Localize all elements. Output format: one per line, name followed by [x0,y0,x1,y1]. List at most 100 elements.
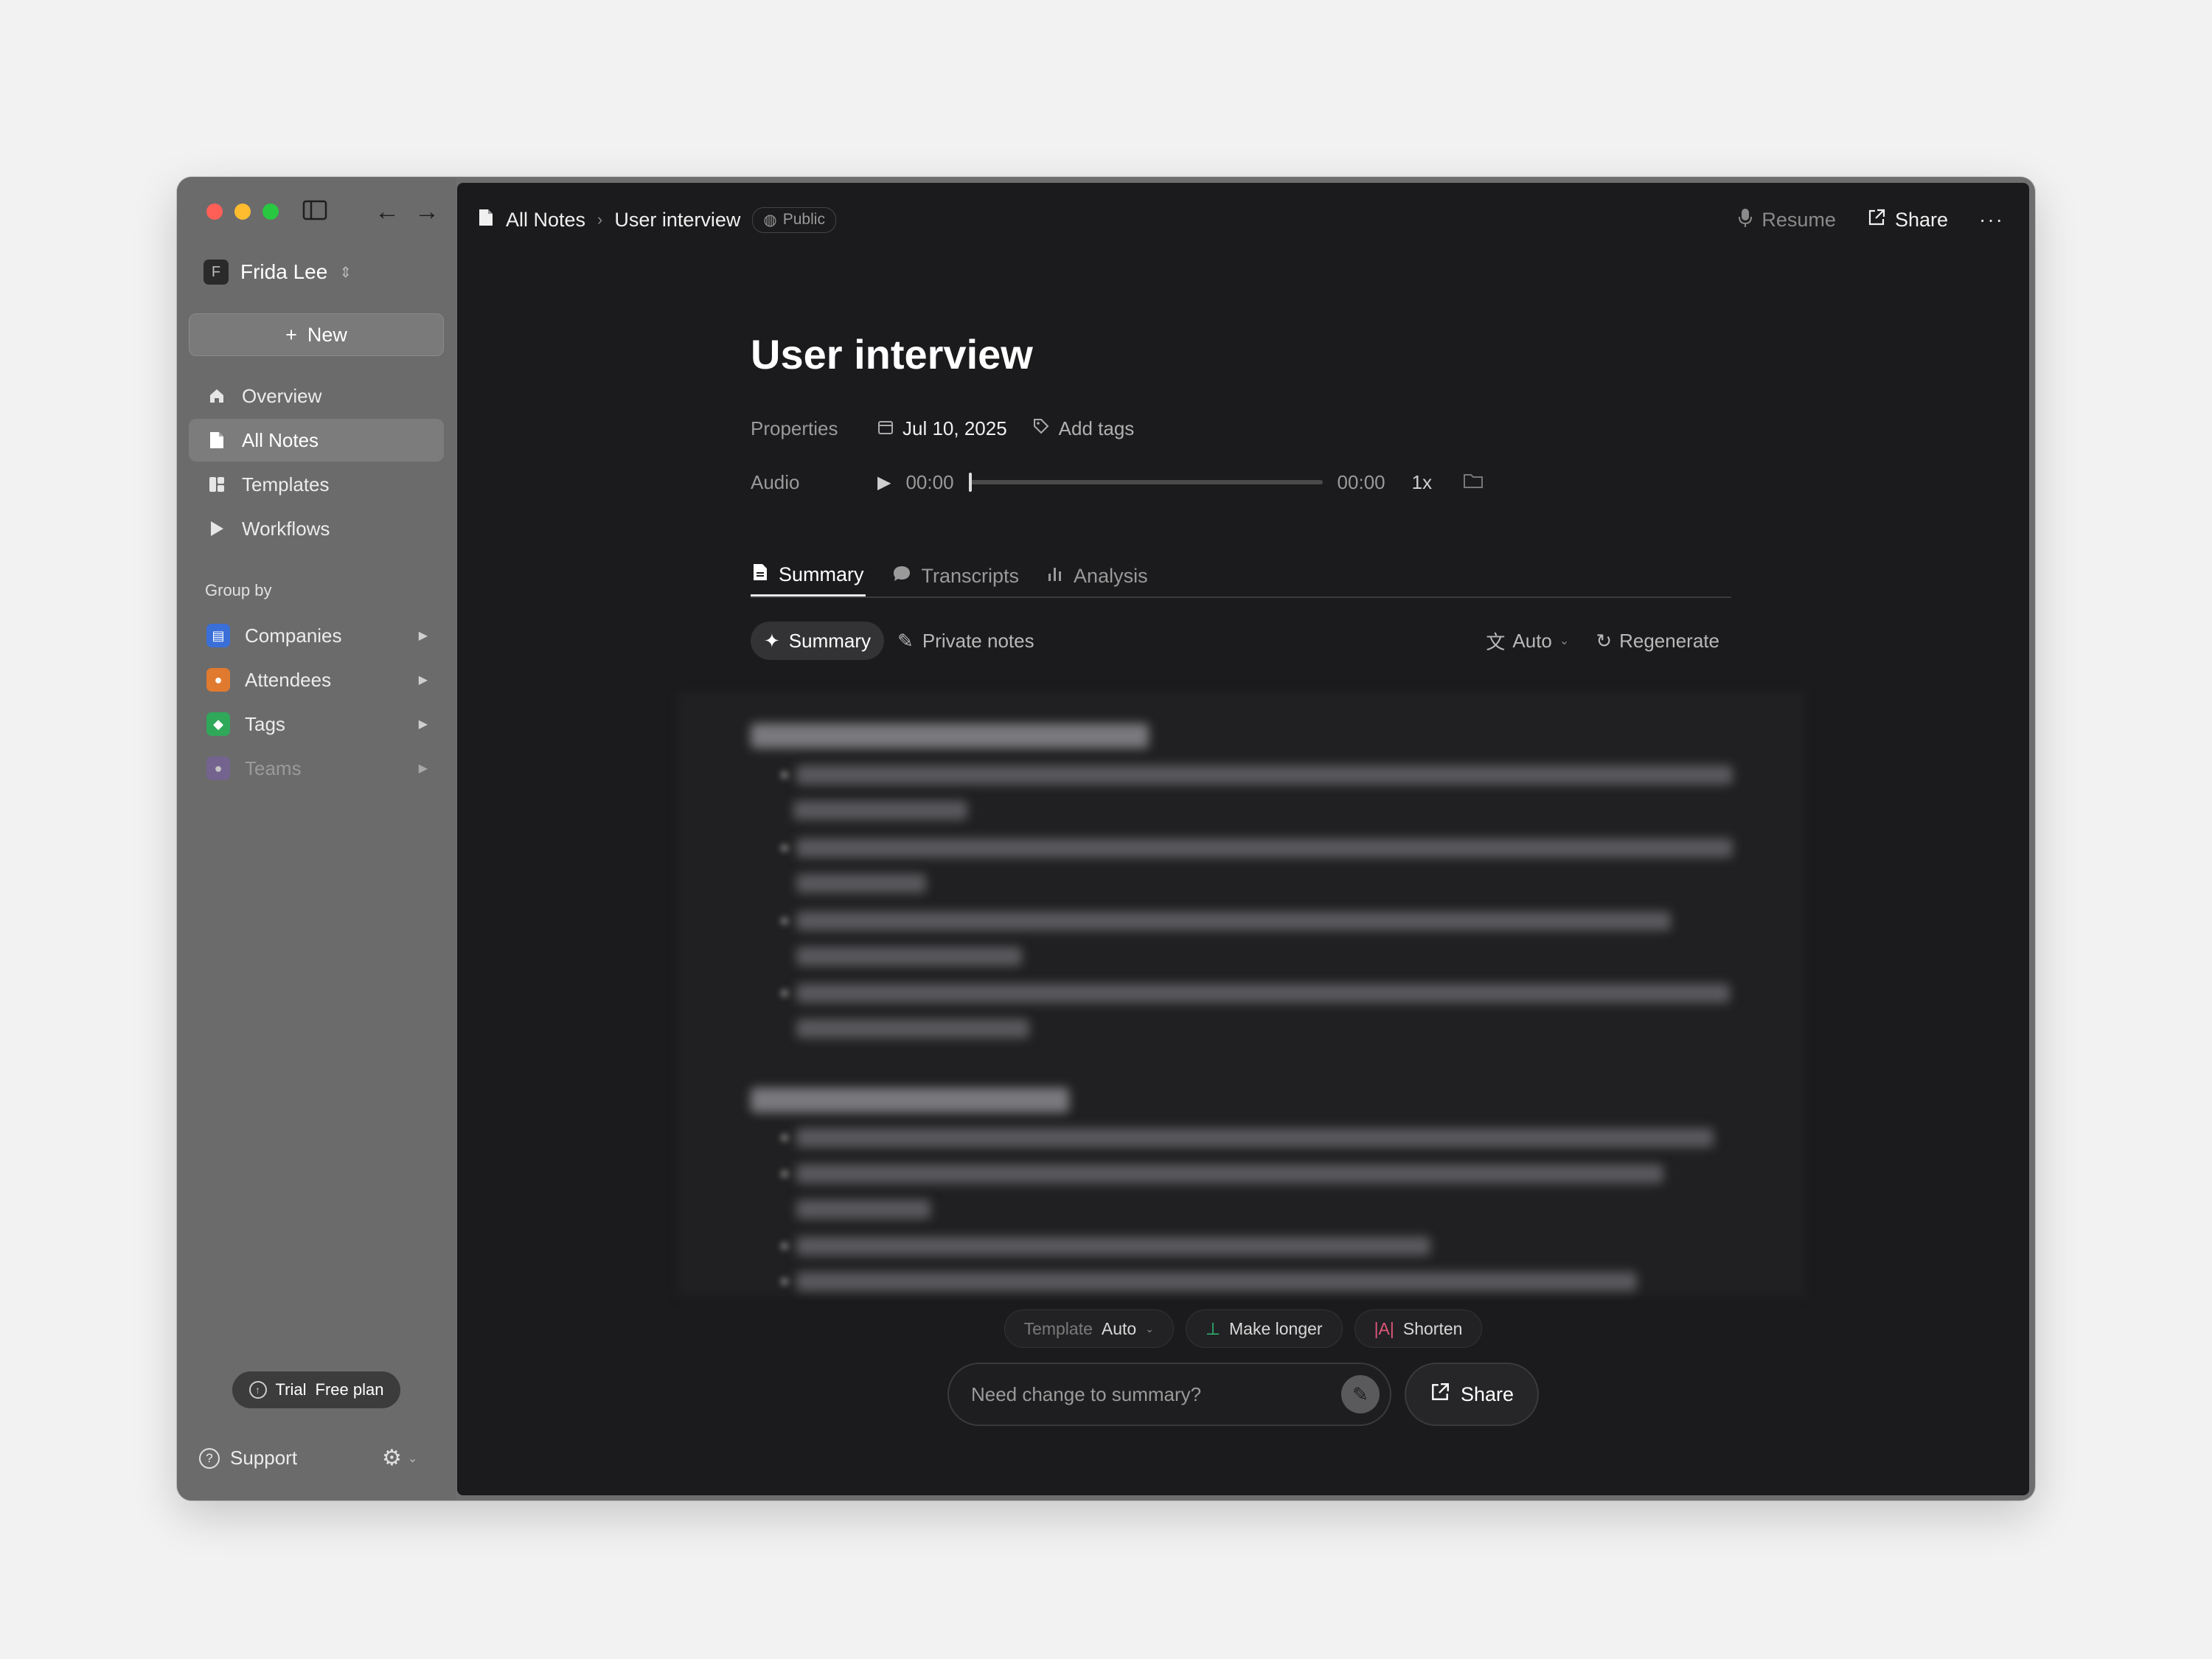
group-item-label: Attendees [245,668,332,691]
blurred-line [796,1272,1637,1291]
tab-label: Summary [779,563,864,585]
blurred-bullet [780,1169,789,1178]
pencil-icon[interactable]: ✎ [1340,1375,1380,1413]
sparkle-icon: ✦ [764,629,780,652]
sidebar-item-workflows[interactable]: Workflows [189,507,444,550]
blurred-line [796,1237,1430,1256]
language-select[interactable]: 文 Auto ⌄ [1486,627,1569,655]
date-value: Jul 10, 2025 [902,417,1007,439]
sidebar-item-all-notes[interactable]: All Notes [189,419,444,462]
subtab-label: Private notes [922,629,1034,652]
group-item-label: Teams [245,757,302,779]
share-button[interactable]: Share [1867,208,1948,232]
note-icon [206,430,227,451]
add-tags-label: Add tags [1058,417,1135,439]
group-item-tags[interactable]: ◆ Tags ▶ [189,702,444,746]
blurred-line [796,911,1671,931]
time-current: 00:00 [905,470,954,493]
plan-label: Free plan [315,1380,384,1399]
template-select[interactable]: Template Auto ⌄ [1004,1310,1174,1348]
audio-scrubber[interactable] [968,473,1323,492]
subtab-label: Summary [788,629,872,652]
visibility-badge[interactable]: ◍ Public [752,206,836,233]
back-arrow-icon[interactable]: ← [375,199,400,224]
caret-right-icon[interactable]: ▶ [419,628,428,643]
workspace-switcher[interactable]: F Frida Lee ⇕ [204,260,352,285]
chevron-updown-icon: ⇕ [339,264,352,281]
share-label: Share [1460,1382,1514,1405]
globe-icon: ◍ [763,211,777,229]
resume-button[interactable]: Resume [1738,207,1836,233]
time-total: 00:00 [1337,470,1385,493]
sidebar-item-templates[interactable]: Templates [189,463,444,506]
tab-analysis[interactable]: Analysis [1046,555,1150,597]
breadcrumb-current[interactable]: User interview [614,209,740,232]
sidebar-item-label: Templates [242,473,330,495]
shrink-icon: |A| [1374,1318,1394,1338]
sidebar-item-label: All Notes [242,428,319,451]
sidebar-item-label: Overview [242,384,322,407]
share-icon [1867,208,1886,232]
new-button-label: New [307,323,347,346]
caret-right-icon[interactable]: ▶ [419,717,428,731]
add-tags-button[interactable]: Add tags [1032,417,1135,440]
blurred-line [796,1019,1029,1038]
plus-icon: + [285,323,297,346]
shorten-button[interactable]: |A| Shorten [1354,1310,1483,1348]
subtab-private-notes[interactable]: ✎ Private notes [884,622,1048,660]
group-list: ▤ Companies ▶ ● Attendees ▶ ◆ Tags ▶ ● T… [189,613,444,790]
blurred-line [796,984,1730,1003]
blurred-heading [751,723,1149,748]
refresh-icon: ↻ [1596,629,1613,652]
close-window-button[interactable] [206,204,223,220]
group-item-companies[interactable]: ▤ Companies ▶ [189,613,444,658]
chevron-down-icon: ⌄ [1145,1322,1154,1335]
subtab-summary[interactable]: ✦ Summary [751,622,885,660]
page-title[interactable]: User interview [751,330,1033,378]
tab-summary[interactable]: Summary [751,555,866,597]
breadcrumb-all-notes[interactable]: All Notes [506,209,585,232]
caret-right-icon[interactable]: ▶ [419,761,428,776]
app-window: ← → F Frida Lee ⇕ + New Overview All Not… [177,177,2035,1500]
playback-speed[interactable]: 1x [1412,471,1432,494]
forward-arrow-icon[interactable]: → [414,199,439,224]
blurred-bullet [780,1242,789,1251]
trial-label: Trial [275,1380,307,1399]
share-icon [1430,1382,1450,1408]
share-summary-button[interactable]: Share [1404,1363,1540,1426]
summary-change-input[interactable]: Need change to summary? ✎ [947,1363,1391,1426]
audio-label: Audio [751,470,800,493]
translate-icon: 文 [1486,630,1506,653]
settings-button[interactable]: ⚙ ⌄ [382,1445,417,1471]
caret-right-icon[interactable]: ▶ [419,672,428,687]
support-link[interactable]: ? Support [199,1447,297,1470]
chevron-down-icon: ⌄ [1559,635,1570,647]
group-item-teams[interactable]: ● Teams ▶ [189,746,444,790]
window-controls [206,204,279,220]
play-icon[interactable]: ▶ [877,472,891,493]
more-options-icon[interactable]: ··· [1979,208,2004,232]
blurred-bullet [780,1133,789,1142]
group-item-attendees[interactable]: ● Attendees ▶ [189,658,444,702]
building-icon: ▤ [206,624,230,647]
date-property[interactable]: Jul 10, 2025 [877,417,1007,440]
scrubber-handle[interactable] [968,473,972,492]
input-placeholder: Need change to summary? [970,1382,1202,1405]
note-icon [478,208,494,232]
make-longer-label: Make longer [1229,1318,1323,1338]
new-note-button[interactable]: + New [189,313,444,356]
trial-badge[interactable]: ↑ Trial Free plan [232,1371,400,1408]
language-value: Auto [1512,629,1552,652]
regenerate-label: Regenerate [1619,629,1719,652]
tab-bar: Summary Transcripts Analysis [751,555,1731,598]
minimize-window-button[interactable] [234,204,251,220]
maximize-window-button[interactable] [262,204,279,220]
sidebar-toggle-icon[interactable] [302,199,327,226]
regenerate-button[interactable]: ↻ Regenerate [1596,630,1719,653]
tab-transcripts[interactable]: Transcripts [891,555,1021,597]
make-longer-button[interactable]: ⊥ Make longer [1185,1310,1343,1348]
sidebar-item-overview[interactable]: Overview [189,375,444,417]
person-icon: ● [206,668,230,692]
folder-icon[interactable] [1463,471,1484,494]
blurred-bullet [780,771,789,779]
